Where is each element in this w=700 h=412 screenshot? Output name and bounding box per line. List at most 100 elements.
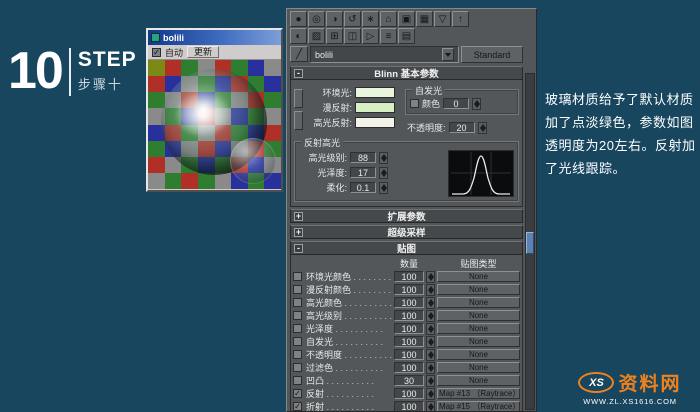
amount-spinner[interactable]	[426, 374, 435, 387]
map-amount-field[interactable]: 100	[394, 349, 424, 360]
map-enable-checkbox[interactable]	[293, 389, 302, 398]
map-enable-checkbox[interactable]	[293, 285, 302, 294]
map-slot-button[interactable]: None	[437, 362, 520, 373]
update-button[interactable]: 更新	[187, 46, 220, 58]
map-enable-checkbox[interactable]	[293, 298, 302, 307]
map-enable-checkbox[interactable]	[293, 350, 302, 359]
rollout-basic-params[interactable]: Blinn 基本参数	[290, 66, 523, 80]
map-slot-button[interactable]: None	[437, 271, 520, 282]
self-illum-value-field[interactable]: 0	[443, 98, 470, 109]
material-type-button[interactable]: Standard	[461, 46, 523, 63]
map-enable-checkbox[interactable]	[293, 363, 302, 372]
lock-diffuse-specular-button[interactable]	[294, 111, 303, 130]
value-spinner[interactable]	[379, 166, 388, 179]
amount-spinner[interactable]	[426, 322, 435, 335]
highlight-curve-graph	[448, 150, 514, 197]
get-material-icon[interactable]: ●	[290, 11, 307, 27]
rollout-extended-params[interactable]: 扩展参数	[290, 209, 523, 223]
map-slot-button[interactable]: None	[437, 336, 520, 347]
amount-spinner[interactable]	[426, 387, 435, 400]
self-illum-color-checkbox[interactable]	[410, 99, 419, 108]
amount-spinner[interactable]	[426, 335, 435, 348]
assign-material-to-selection-icon[interactable]: ◑	[326, 11, 343, 27]
map-slot-button[interactable]: None	[437, 310, 520, 321]
rollout-maps[interactable]: 贴图	[290, 241, 523, 255]
refraction-sphere	[230, 138, 276, 184]
amount-spinner[interactable]	[426, 348, 435, 361]
expand-icon[interactable]	[294, 212, 303, 221]
map-slot-button[interactable]: None	[437, 297, 520, 308]
map-amount-field[interactable]: 100	[394, 323, 424, 334]
make-preview-icon[interactable]: ▷	[362, 28, 379, 44]
spec-value-field[interactable]: 0.1	[350, 182, 376, 193]
collapse-icon[interactable]	[294, 244, 303, 253]
auto-update-checkbox[interactable]	[152, 47, 161, 57]
rollout-supersampling[interactable]: 超级采样	[290, 225, 523, 239]
uv-tiling-icon[interactable]: ⊞	[326, 28, 343, 44]
video-color-check-icon[interactable]: ◫	[344, 28, 361, 44]
collapse-icon[interactable]	[294, 69, 303, 78]
chevron-down-icon[interactable]	[442, 48, 454, 61]
map-amount-field[interactable]: 100	[394, 297, 424, 308]
opacity-value-field[interactable]: 20	[448, 122, 475, 133]
put-material-icon[interactable]: ◎	[308, 11, 325, 27]
self-illum-spinner[interactable]	[472, 97, 482, 110]
map-enable-checkbox[interactable]	[293, 272, 302, 281]
window-titlebar[interactable]: bolili	[148, 30, 281, 45]
material-name-dropdown[interactable]: bolili	[310, 46, 459, 63]
material-map-navigator-icon[interactable]: ▤	[398, 28, 415, 44]
map-amount-field[interactable]: 100	[394, 284, 424, 295]
map-enable-checkbox[interactable]	[293, 337, 302, 346]
amount-spinner[interactable]	[426, 270, 435, 283]
map-amount-field[interactable]: 100	[394, 362, 424, 373]
material-render-preview	[148, 60, 281, 189]
amount-spinner[interactable]	[426, 296, 435, 309]
make-unique-icon[interactable]: ∗	[362, 11, 379, 27]
map-enable-checkbox[interactable]	[293, 324, 302, 333]
value-spinner[interactable]	[379, 181, 388, 194]
show-map-in-viewport-icon[interactable]: ▦	[416, 11, 433, 27]
show-end-result-icon[interactable]: ▽	[434, 11, 451, 27]
background-icon[interactable]: ▨	[308, 28, 325, 44]
map-enable-checkbox[interactable]	[293, 402, 302, 411]
color-row: 高光反射:	[304, 115, 400, 130]
map-amount-field[interactable]: 100	[394, 388, 424, 399]
map-enable-checkbox[interactable]	[293, 311, 302, 320]
color-swatch[interactable]	[355, 87, 395, 98]
map-enable-checkbox[interactable]	[293, 376, 302, 385]
map-amount-field[interactable]: 100	[394, 271, 424, 282]
spec-value-field[interactable]: 17	[350, 167, 376, 178]
map-slot-button[interactable]: Map #13 （Raytrace）	[437, 388, 520, 399]
amount-spinner[interactable]	[426, 283, 435, 296]
amount-spinner[interactable]	[426, 309, 435, 322]
map-slot-button[interactable]: None	[437, 375, 520, 386]
amount-spinner[interactable]	[426, 361, 435, 374]
spec-value-field[interactable]: 88	[350, 152, 376, 163]
map-amount-field[interactable]: 100	[394, 310, 424, 321]
map-row: 折射100 Map #15 （Raytrace）	[293, 400, 520, 411]
panel-scrollbar[interactable]	[525, 73, 535, 410]
lock-ambient-diffuse-button[interactable]	[294, 89, 303, 108]
backlight-icon[interactable]: ◐	[290, 28, 307, 44]
map-slot-button[interactable]: Map #15 （Raytrace）	[437, 401, 520, 411]
options-icon[interactable]: ≡	[380, 28, 397, 44]
map-amount-field[interactable]: 100	[394, 401, 424, 411]
pick-material-button[interactable]: ╱	[290, 46, 308, 62]
value-spinner[interactable]	[379, 151, 388, 164]
go-to-parent-icon[interactable]: ↑	[452, 11, 469, 27]
map-slot-button[interactable]: None	[437, 284, 520, 295]
put-to-library-icon[interactable]: ⌂	[380, 11, 397, 27]
amount-spinner[interactable]	[426, 400, 435, 411]
material-id-icon[interactable]: ▣	[398, 11, 415, 27]
step-subtitle: 步骤十	[77, 77, 123, 93]
map-slot-button[interactable]: None	[437, 323, 520, 334]
scrollbar-thumb[interactable]	[526, 232, 534, 254]
map-amount-field[interactable]: 30	[394, 375, 424, 386]
color-swatch[interactable]	[355, 102, 395, 113]
map-amount-field[interactable]: 100	[394, 336, 424, 347]
reset-map-icon[interactable]: ↺	[344, 11, 361, 27]
opacity-spinner[interactable]	[477, 121, 487, 134]
color-swatch[interactable]	[355, 117, 395, 128]
map-slot-button[interactable]: None	[437, 349, 520, 360]
expand-icon[interactable]	[294, 228, 303, 237]
